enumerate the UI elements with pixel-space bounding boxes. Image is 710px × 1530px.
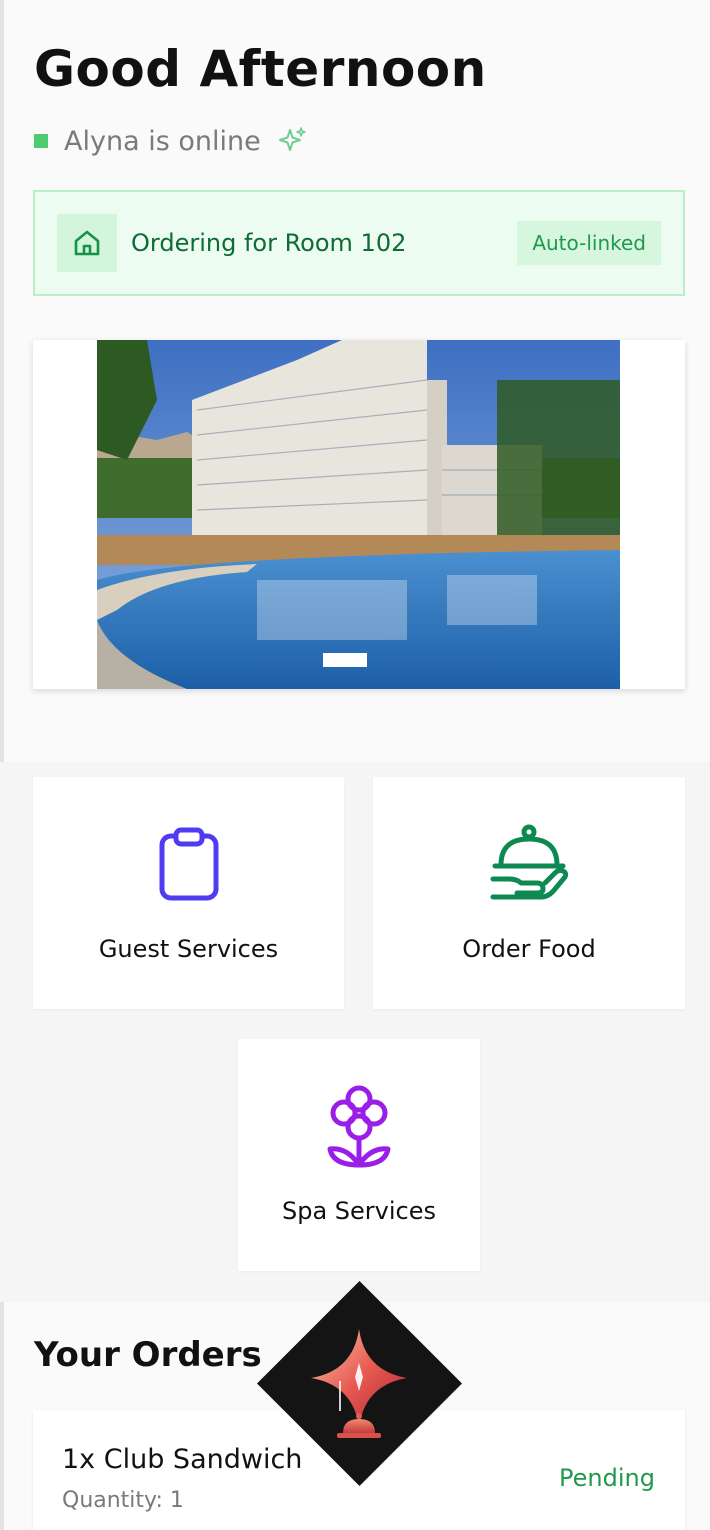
online-indicator: [34, 134, 48, 148]
room-banner[interactable]: Ordering for Room 102 Auto-linked: [33, 190, 685, 296]
orders-section-title: Your Orders: [34, 1335, 262, 1375]
assistant-status-text: Alyna is online: [64, 125, 261, 157]
hero-carousel[interactable]: [33, 340, 685, 689]
sparkle-icon: [278, 127, 306, 151]
spa-services-card[interactable]: Spa Services: [238, 1039, 480, 1271]
home-icon: [74, 230, 100, 256]
guest-services-card[interactable]: Guest Services: [33, 777, 344, 1009]
auto-linked-badge: Auto-linked: [517, 221, 661, 265]
clipboard-icon: [159, 827, 219, 901]
carousel-indicator[interactable]: [323, 653, 367, 667]
spa-services-label: Spa Services: [281, 1197, 436, 1225]
order-food-card[interactable]: Order Food: [373, 777, 685, 1009]
concierge-fab-button[interactable]: [257, 1281, 462, 1486]
flower-icon: [327, 1085, 391, 1168]
services-section: Guest Services Order Food Spa Services: [0, 762, 710, 1302]
hotel-pool-image: [97, 340, 620, 689]
order-item-quantity: Quantity: 1: [62, 1488, 184, 1513]
guest-services-label: Guest Services: [98, 935, 279, 963]
order-status-badge: Pending: [559, 1464, 655, 1492]
page-title: Good Afternoon: [34, 40, 487, 98]
room-icon-box: [57, 214, 117, 272]
room-label: Ordering for Room 102: [131, 229, 407, 257]
order-food-label: Order Food: [462, 935, 596, 963]
assistant-status: Alyna is online: [34, 124, 307, 158]
food-cloche-icon: [490, 824, 569, 900]
